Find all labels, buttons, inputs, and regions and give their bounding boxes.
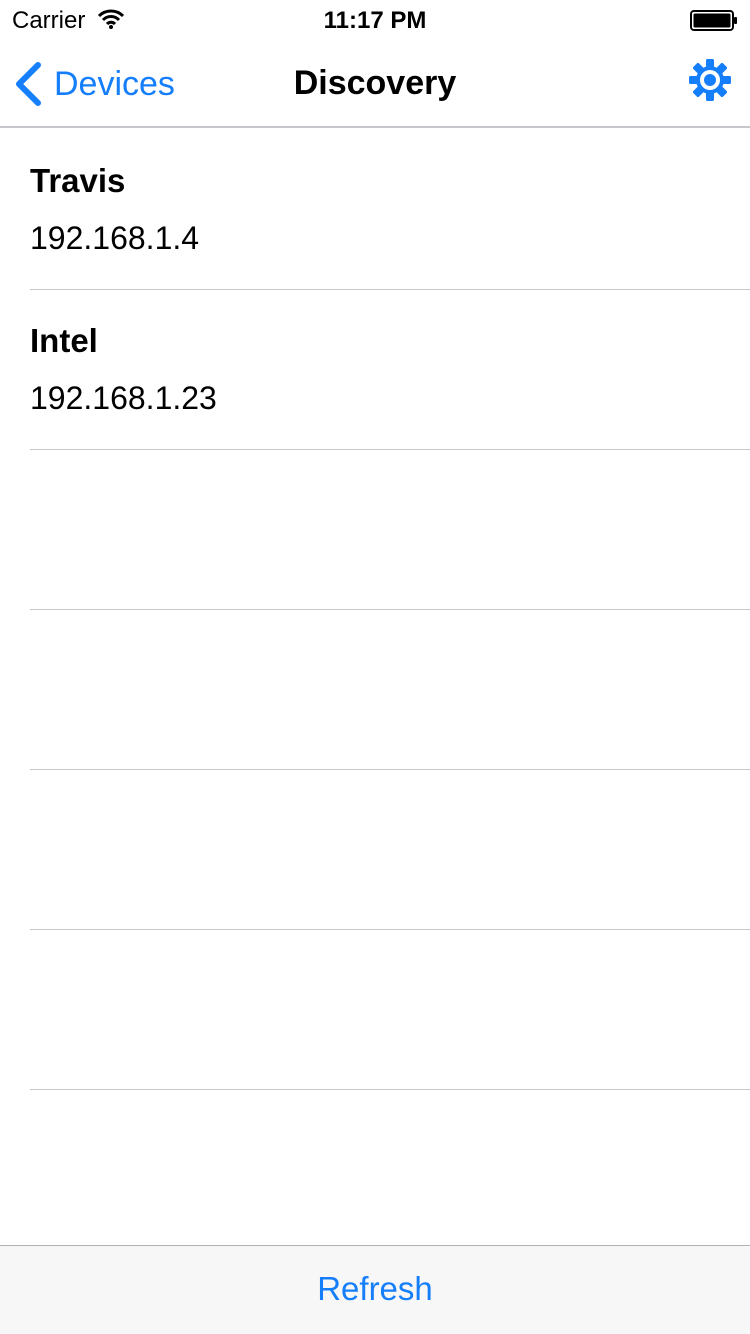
device-ip: 192.168.1.23 [30,380,217,416]
device-row-travis[interactable]: Travis 192.168.1.4 [0,130,750,290]
empty-row [0,930,750,1090]
bottom-toolbar: Refresh [0,1245,750,1334]
gear-icon [689,59,731,101]
status-bar: Carrier 11:17 PM [0,0,750,40]
battery-icon [690,10,737,31]
page-title: Discovery [293,64,457,102]
empty-row [0,450,750,610]
device-ip: 192.168.1.4 [30,220,200,256]
device-name: Intel [30,322,98,359]
device-list: Travis 192.168.1.4 Intel 192.168.1.23 [0,130,750,1090]
status-time: 11:17 PM [323,7,427,34]
device-name: Travis [30,162,126,199]
discovery-screen: Carrier 11:17 PM Devices Discovery Travi… [0,0,750,1334]
navigation-bar: Devices Discovery [0,40,750,128]
empty-row [0,610,750,770]
device-row-intel[interactable]: Intel 192.168.1.23 [0,290,750,450]
settings-button[interactable] [688,58,732,102]
empty-row [0,770,750,930]
refresh-button[interactable]: Refresh [0,1270,750,1308]
